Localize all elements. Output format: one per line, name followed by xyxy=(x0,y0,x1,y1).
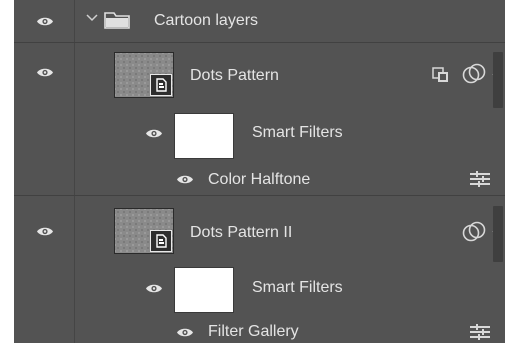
visibility-column-divider xyxy=(74,101,75,161)
visibility-column-divider xyxy=(74,0,75,42)
layer-name[interactable]: Dots Pattern II xyxy=(190,224,292,242)
eye-icon[interactable] xyxy=(36,16,54,27)
visibility-column-divider xyxy=(74,256,75,316)
smart-filter-mask-thumbnail[interactable] xyxy=(174,267,234,313)
smart-object-icon xyxy=(151,75,171,95)
smart-filters-row[interactable]: Smart Filters xyxy=(14,256,505,316)
scrollbar-segment[interactable] xyxy=(493,52,503,108)
linked-icon xyxy=(432,67,448,82)
eye-icon[interactable] xyxy=(36,67,54,78)
filter-name[interactable]: Color Halftone xyxy=(208,171,310,189)
visibility-column-divider xyxy=(74,161,75,195)
filter-options-icon[interactable] xyxy=(469,324,491,340)
folder-icon xyxy=(104,12,130,29)
filter-row-filter-gallery[interactable]: Filter Gallery xyxy=(14,316,505,343)
filter-row-color-halftone[interactable]: Color Halftone xyxy=(14,161,505,195)
eye-icon[interactable] xyxy=(145,283,163,294)
eye-icon[interactable] xyxy=(176,327,194,338)
smart-object-badge xyxy=(150,74,172,96)
filter-options-icon[interactable] xyxy=(469,171,491,187)
layer-row-dots-pattern-ii[interactable]: Dots Pattern II xyxy=(14,196,505,256)
layer-name[interactable]: Dots Pattern xyxy=(190,67,279,85)
visibility-column-divider xyxy=(74,316,75,343)
chevron-down-icon[interactable] xyxy=(86,13,98,23)
smart-filters-label: Smart Filters xyxy=(252,279,343,296)
effects-icon[interactable] xyxy=(462,220,486,244)
smart-filter-mask-thumbnail[interactable] xyxy=(174,113,234,159)
eye-icon[interactable] xyxy=(36,226,54,237)
visibility-column-divider xyxy=(74,43,75,101)
layer-thumbnail[interactable] xyxy=(114,52,174,98)
smart-filters-row[interactable]: Smart Filters xyxy=(14,101,505,161)
layer-row-dots-pattern[interactable]: Dots Pattern xyxy=(14,43,505,101)
layer-group-row[interactable]: Cartoon layers xyxy=(14,0,505,42)
filter-name[interactable]: Filter Gallery xyxy=(208,323,299,341)
group-name: Cartoon layers xyxy=(154,12,259,29)
smart-object-badge xyxy=(150,230,172,252)
visibility-column-divider xyxy=(74,196,75,256)
layer-thumbnail[interactable] xyxy=(114,208,174,254)
effects-icon[interactable] xyxy=(462,62,486,86)
eye-icon[interactable] xyxy=(145,128,163,139)
eye-icon[interactable] xyxy=(176,174,194,185)
scrollbar-segment[interactable] xyxy=(493,206,503,262)
layers-panel: Cartoon layers Dots Pattern Smart Filter… xyxy=(14,0,505,343)
smart-object-icon xyxy=(151,231,171,251)
smart-filters-label: Smart Filters xyxy=(252,124,343,141)
